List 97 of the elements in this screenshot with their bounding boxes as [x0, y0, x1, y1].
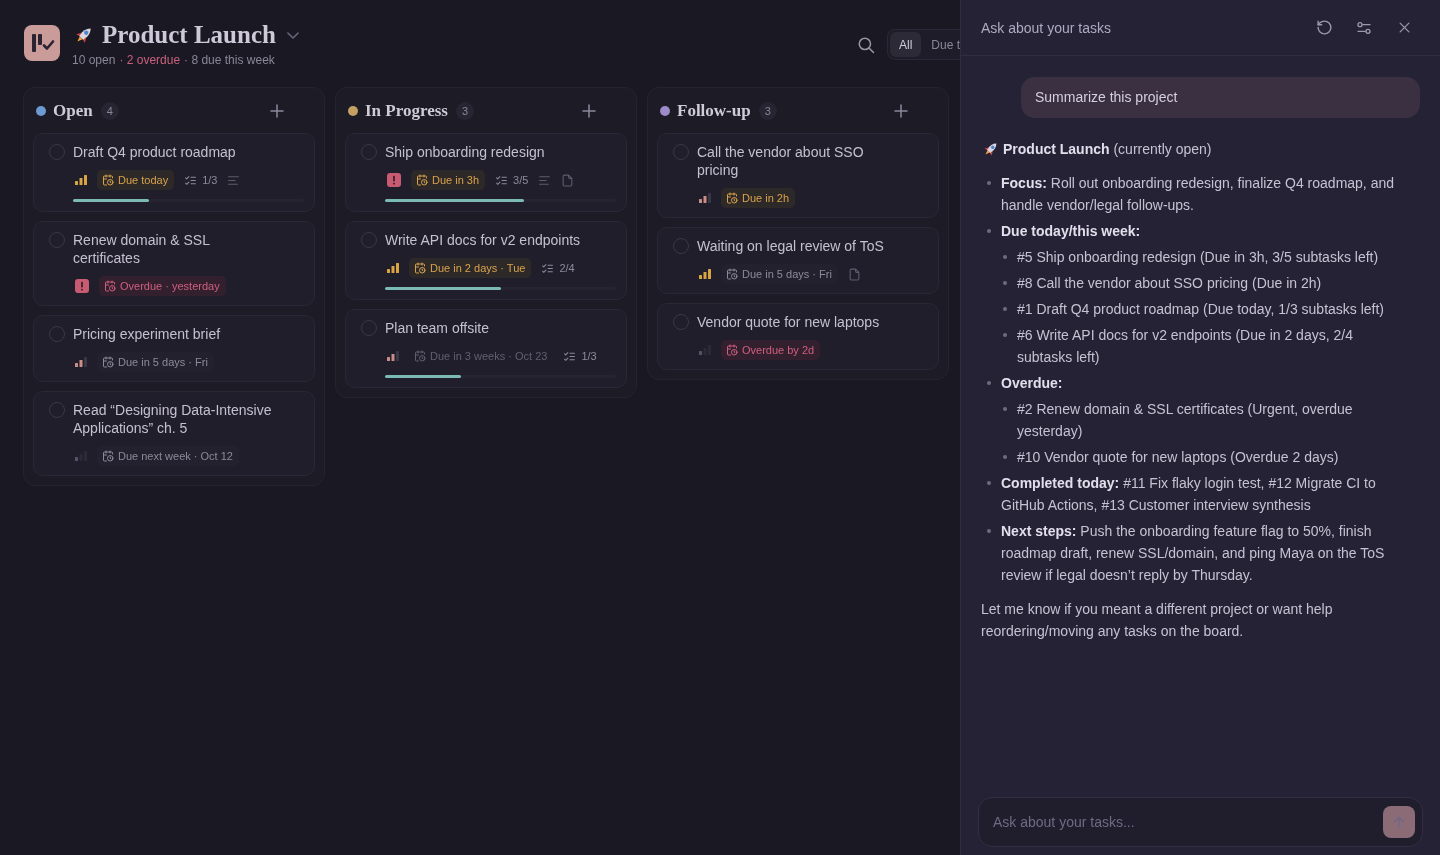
stat-text: · 8 due this week	[184, 52, 275, 68]
calendar-clock-icon	[104, 280, 116, 292]
subtask-count: 3/5	[513, 174, 529, 186]
bullet-icon	[1003, 281, 1007, 285]
task-card[interactable]: Read “Designing Data-Intensive Applications” ch. 5 Due next week · Oct 12	[33, 391, 315, 476]
calendar-clock-icon	[416, 174, 428, 186]
send-button[interactable]	[1383, 806, 1415, 838]
subtask-count: 1/3	[202, 174, 218, 186]
chat-input-field[interactable]: Ask about your tasks...	[978, 797, 1423, 847]
bullet-icon	[1003, 333, 1007, 337]
calendar-clock-icon	[726, 268, 738, 280]
due-date-text: Overdue · yesterday	[120, 280, 220, 292]
task-card[interactable]: Ship onboarding redesign Due in 3h 3/5	[345, 133, 627, 212]
column-title: In Progress	[365, 100, 448, 121]
circular-arrow-icon	[1315, 19, 1333, 36]
user-message: Summarize this project	[1021, 77, 1420, 118]
bullet-icon	[987, 181, 991, 185]
logo-icon	[24, 25, 60, 61]
reply-closing-text: Let me know if you meant a different project or want help reordering/moving any tasks on the board.	[981, 600, 1334, 641]
calendar-clock-icon	[726, 192, 738, 204]
bullet-text: #1 Draft Q4 product roadmap (Due today, 1/3 subtasks left)	[1017, 300, 1385, 319]
panel-title: Ask about your tasks	[981, 19, 1111, 36]
bullet-icon	[1003, 455, 1007, 459]
project-title: Product Launch	[102, 23, 276, 47]
due-date-text: Due today	[118, 174, 169, 186]
task-card[interactable]: Draft Q4 product roadmap Due today 1/3	[33, 133, 315, 212]
bullet-text: #6 Write API docs for v2 endpoints (Due in 2 days, 2/4 subtasks left)	[1017, 326, 1354, 367]
subtask-count: 1/3	[581, 350, 597, 362]
bullet-icon	[987, 381, 991, 385]
due-date-text: Due in 2h	[742, 192, 790, 204]
task-card[interactable]: Vendor quote for new laptops Overdue by 2d	[657, 303, 939, 370]
bullet-text: #10 Vendor quote for new laptops (Overdue 2 days)	[1017, 448, 1339, 467]
bullet-icon	[1003, 255, 1007, 259]
task-title: Call the vendor about SSO pricing	[697, 143, 865, 179]
bullet-icon	[987, 229, 991, 233]
task-title: Read “Designing Data-Intensive Applications” ch. 5	[73, 401, 273, 437]
task-card[interactable]: Write API docs for v2 endpoints Due in 2 days · Tue 2/4	[345, 221, 627, 300]
checklist-icon	[184, 173, 198, 187]
calendar-clock-icon	[102, 174, 114, 186]
subtask-count: 2/4	[559, 262, 575, 274]
stat-text: · 2 overdue	[119, 52, 181, 68]
reply-heading: Product Launch (currently open)	[1003, 140, 1212, 159]
task-card[interactable]: Call the vendor about SSO pricing Due in 2h	[657, 133, 939, 218]
task-title: Waiting on legal review of ToS	[697, 237, 885, 255]
plus-icon	[894, 103, 908, 118]
bullet-icon	[987, 529, 991, 533]
task-title: Pricing experiment brief	[73, 325, 222, 343]
task-title: Ship onboarding redesign	[385, 143, 546, 161]
plus-icon	[270, 103, 284, 118]
task-count: 3	[455, 101, 475, 120]
bullet-text: Focus: Roll out onboarding redesign, finalize Q4 roadmap, and handle vendor/legal follow-ups.	[1001, 174, 1395, 215]
arrow-up-icon	[1391, 814, 1407, 830]
task-title: Vendor quote for new laptops	[697, 313, 881, 331]
task-card[interactable]: Waiting on legal review of ToS Due in 5 days · Fri	[657, 227, 939, 294]
task-title: Draft Q4 product roadmap	[73, 143, 237, 161]
task-count: 4	[100, 101, 119, 120]
bullet-text: Overdue:	[1001, 374, 1063, 393]
due-date-text: Due next week · Oct 12	[118, 450, 233, 462]
bullet-text: #5 Ship onboarding redesign (Due in 3h, 3/5 subtasks left)	[1017, 248, 1379, 267]
search-icon	[856, 35, 875, 54]
task-card[interactable]: Pricing experiment brief Due in 5 days · Fri	[33, 315, 315, 382]
plus-icon	[582, 103, 596, 118]
due-date-text: Due in 5 days · Fri	[742, 268, 832, 280]
task-count: 3	[758, 101, 777, 120]
calendar-clock-icon	[726, 344, 738, 356]
column-title: Follow-up	[677, 100, 751, 121]
bullet-text: #2 Renew domain & SSL certificates (Urgent, overdue yesterday)	[1017, 400, 1354, 441]
task-title: Write API docs for v2 endpoints	[385, 231, 582, 249]
due-date-text: Due in 3h	[432, 174, 480, 186]
checklist-icon	[563, 349, 577, 363]
filter-tab[interactable]: All	[889, 32, 922, 57]
filter-tab[interactable]: Due t	[922, 32, 960, 57]
bullet-text: Next steps: Push the onboarding feature flag to 50%, finish roadmap draft, renew SSL/domain, and ping Maya on the ToS review if legal doesn’t reply by Thursday.	[1001, 522, 1386, 585]
sliders-icon	[1356, 19, 1372, 36]
due-date-text: Overdue by 2d	[742, 344, 815, 356]
calendar-clock-icon	[102, 356, 114, 368]
bullet-text: Completed today: #11 Fix flaky login test, #12 Migrate CI to GitHub Actions, #13 Customer interview synthesis	[1001, 474, 1377, 515]
bullet-text: #8 Call the vendor about SSO pricing (Due in 2h)	[1017, 274, 1322, 293]
bullet-icon	[1003, 407, 1007, 411]
chevron-down-icon[interactable]	[286, 31, 299, 39]
calendar-clock-icon	[102, 450, 114, 462]
column-title: Open	[53, 100, 93, 121]
bullet-text: Due today/this week:	[1001, 222, 1141, 241]
calendar-clock-icon	[414, 262, 426, 274]
bullet-icon	[1003, 307, 1007, 311]
stat-text: 10 open	[72, 52, 116, 68]
due-date-text: Due in 2 days · Tue	[430, 262, 526, 274]
task-title: Plan team offsite	[385, 319, 491, 337]
task-card[interactable]: Renew domain & SSL certificates Overdue · yesterday	[33, 221, 315, 306]
task-title: Renew domain & SSL certificates	[73, 231, 211, 267]
checklist-icon	[495, 173, 509, 187]
calendar-clock-icon	[414, 350, 426, 362]
checklist-icon	[541, 261, 555, 275]
bullet-icon	[987, 481, 991, 485]
task-card[interactable]: Plan team offsite Due in 3 weeks · Oct 23 1/3	[345, 309, 627, 388]
due-date-text: Due in 3 weeks · Oct 23	[430, 350, 548, 362]
due-date-text: Due in 5 days · Fri	[118, 356, 208, 368]
